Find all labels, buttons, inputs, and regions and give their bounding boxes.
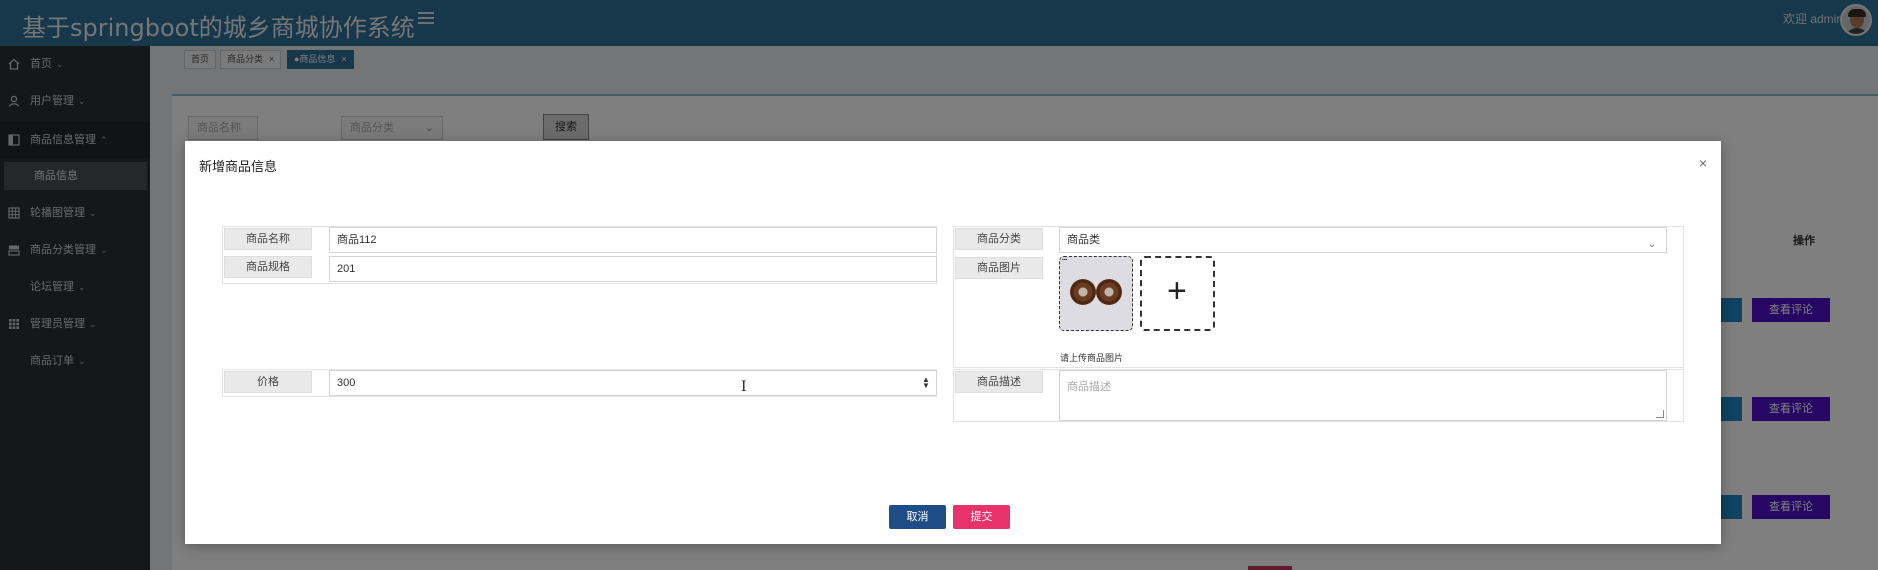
image-label: 商品图片 (955, 257, 1043, 279)
price-label: 价格 (224, 371, 312, 393)
resize-handle-icon[interactable] (1656, 410, 1664, 418)
cancel-button[interactable]: 取消 (889, 505, 946, 529)
textarea-placeholder: 商品描述 (1067, 381, 1111, 393)
product-image-thumbnail[interactable]: ▪▪▪ (1059, 256, 1133, 331)
select-value: 商品类 (1067, 234, 1100, 246)
chevron-down-icon: ⌄ (1647, 239, 1656, 250)
thumbnail-tag: ▪▪▪ (1062, 257, 1068, 263)
plus-icon: + (1167, 272, 1187, 310)
price-value: 300 (337, 377, 356, 389)
name-label: 商品名称 (224, 228, 312, 250)
upload-hint: 请上传商品图片 (1060, 353, 1124, 363)
description-textarea[interactable]: 商品描述 (1059, 370, 1667, 421)
nut-image (1096, 279, 1122, 305)
dialog-title: 新增商品信息 (199, 159, 278, 174)
price-field[interactable]: 300 ▲ ▼ (329, 370, 937, 396)
upload-image-button[interactable]: + (1140, 256, 1215, 331)
product-category-select[interactable]: 商品类 ⌄ (1059, 227, 1667, 253)
product-name-field[interactable]: 商品112 (329, 227, 937, 253)
close-icon[interactable]: × (1699, 155, 1707, 171)
desc-label: 商品描述 (955, 371, 1043, 393)
text-cursor-icon: I (741, 379, 747, 395)
spec-label: 商品规格 (224, 256, 312, 278)
product-spec-field[interactable]: 201 (329, 256, 937, 282)
stepper-icon[interactable]: ▲ ▼ (922, 376, 930, 390)
nut-image (1070, 279, 1096, 305)
category-label: 商品分类 (955, 228, 1043, 250)
submit-button[interactable]: 提交 (953, 505, 1010, 529)
